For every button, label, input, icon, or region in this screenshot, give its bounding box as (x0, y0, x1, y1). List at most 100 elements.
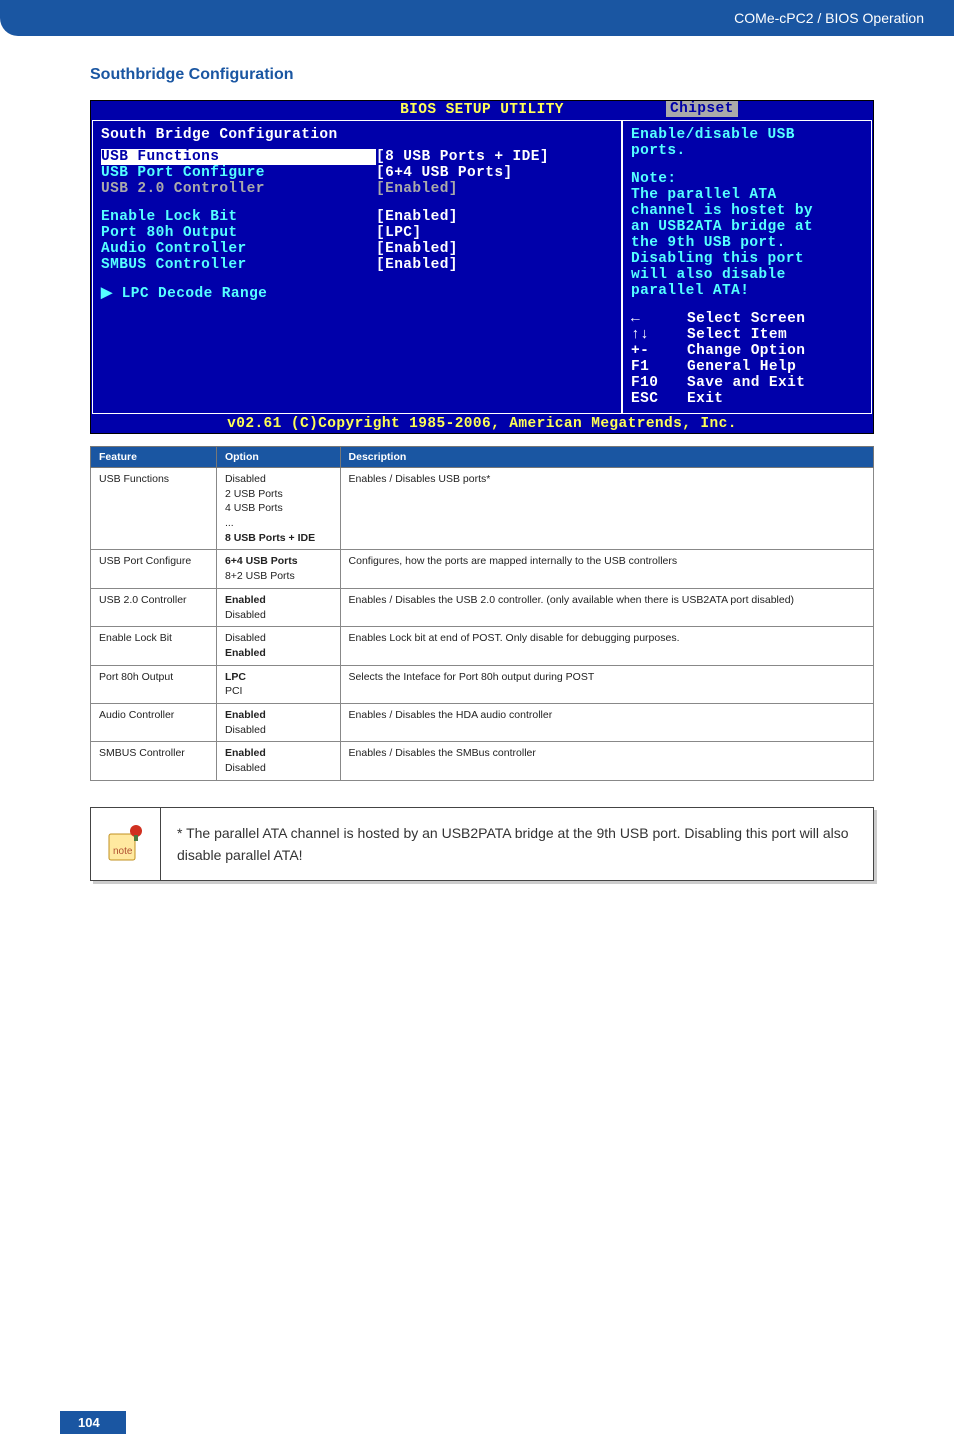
option-value: Disabled (225, 472, 332, 487)
bios-help-panel: Enable/disable USB ports. Note: The para… (622, 120, 872, 414)
feature-cell: SMBUS Controller (91, 742, 217, 780)
option-value: Enabled (225, 708, 332, 723)
option-cell: EnabledDisabled (216, 742, 340, 780)
option-value: 2 USB Ports (225, 487, 332, 502)
nav-key-text: Save and Exit (687, 375, 805, 391)
option-value: Disabled (225, 723, 332, 738)
option-value: Disabled (225, 631, 332, 646)
table-row: USB FunctionsDisabled2 USB Ports4 USB Po… (91, 468, 874, 550)
option-cell: EnabledDisabled (216, 588, 340, 626)
nav-line: ←Select Screen (631, 311, 863, 327)
table-header: Feature (91, 447, 217, 468)
bios-title-bar: BIOS SETUP UTILITY Chipset (91, 101, 873, 119)
description-cell: Enables / Disables the USB 2.0 controlle… (340, 588, 873, 626)
bios-setting-value: [Enabled] (376, 209, 458, 225)
header-title: COMe-cPC2 / BIOS Operation (734, 10, 924, 26)
option-value: 4 USB Ports (225, 501, 332, 516)
page-number: 104 (60, 1411, 126, 1434)
description-cell: Enables / Disables USB ports* (340, 468, 873, 550)
option-value: Enabled (225, 746, 332, 761)
bios-setting-label: USB Port Configure (101, 165, 376, 181)
option-value: ... (225, 516, 332, 531)
nav-key-symbol: ↑↓ (631, 327, 687, 343)
table-row: SMBUS ControllerEnabledDisabledEnables /… (91, 742, 874, 780)
nav-key-symbol: ← (631, 311, 687, 327)
feature-cell: Enable Lock Bit (91, 627, 217, 665)
help-note-label: Note: (631, 171, 863, 187)
bios-setting-row: USB Port Configure[6+4 USB Ports] (101, 165, 613, 181)
nav-key-text: Change Option (687, 343, 805, 359)
option-cell: 6+4 USB Ports8+2 USB Ports (216, 550, 340, 588)
bios-setting-value: [Enabled] (376, 257, 458, 273)
bios-setting-row: USB Functions[8 USB Ports + IDE] (101, 149, 613, 165)
bios-setting-row: Audio Controller[Enabled] (101, 241, 613, 257)
option-value: Disabled (225, 761, 332, 776)
bios-footer: v02.61 (C)Copyright 1985-2006, American … (91, 415, 873, 433)
option-cell: DisabledEnabled (216, 627, 340, 665)
help-note-line: channel is hostet by (631, 203, 863, 219)
bios-setting-row: USB 2.0 Controller[Enabled] (101, 181, 613, 197)
option-value: Disabled (225, 608, 332, 623)
description-cell: Configures, how the ports are mapped int… (340, 550, 873, 588)
bios-setting-label: Port 80h Output (101, 225, 376, 241)
feature-cell: USB 2.0 Controller (91, 588, 217, 626)
help-note-line: an USB2ATA bridge at (631, 219, 863, 235)
table-header: Option (216, 447, 340, 468)
table-header: Description (340, 447, 873, 468)
bios-main-panel: South Bridge Configuration USB Functions… (92, 120, 622, 414)
bios-setting-row: Enable Lock Bit[Enabled] (101, 209, 613, 225)
nav-key-text: General Help (687, 359, 796, 375)
bios-nav-keys: ←Select Screen↑↓Select Item+-Change Opti… (631, 311, 863, 407)
nav-line: +-Change Option (631, 343, 863, 359)
help-title-1: Enable/disable USB (631, 127, 863, 143)
table-row: Audio Controller EnabledDisabled Enables /… (91, 703, 874, 741)
bios-setting-row: SMBUS Controller[Enabled] (101, 257, 613, 273)
option-value: LPC (225, 670, 332, 685)
option-value: Enabled (225, 646, 332, 661)
note-callout: note * The parallel ATA channel is hoste… (90, 807, 874, 882)
note-text: * The parallel ATA channel is hosted by … (161, 808, 873, 881)
option-value: 8 USB Ports + IDE (225, 531, 332, 546)
help-note-line: Disabling this port (631, 251, 863, 267)
bios-active-tab: Chipset (666, 101, 738, 117)
nav-line: ↑↓Select Item (631, 327, 863, 343)
feature-cell: Port 80h Output (91, 665, 217, 703)
option-cell: LPCPCI (216, 665, 340, 703)
nav-key-symbol: +- (631, 343, 687, 359)
document-header: COMe-cPC2 / BIOS Operation (0, 0, 954, 36)
feature-cell: Audio Controller (91, 703, 217, 741)
bios-setting-value: [6+4 USB Ports] (376, 165, 513, 181)
nav-key-symbol: F10 (631, 375, 687, 391)
nav-key-text: Exit (687, 391, 723, 407)
bios-setting-value: [Enabled] (376, 181, 458, 197)
table-row: USB Port Configure6+4 USB Ports8+2 USB P… (91, 550, 874, 588)
option-value: 6+4 USB Ports (225, 554, 332, 569)
note-icon: note (106, 824, 146, 864)
nav-key-text: Select Screen (687, 311, 805, 327)
nav-key-symbol: F1 (631, 359, 687, 375)
option-value: Enabled (225, 593, 332, 608)
note-icon-cell: note (91, 808, 161, 881)
table-row: Enable Lock BitDisabledEnabledEnables Lo… (91, 627, 874, 665)
section-title: Southbridge Configuration (90, 66, 874, 84)
bios-setting-label: Enable Lock Bit (101, 209, 376, 225)
table-row: Port 80h OutputLPCPCISelects the Intefac… (91, 665, 874, 703)
bios-screenshot: BIOS SETUP UTILITY Chipset South Bridge … (90, 100, 874, 434)
nav-line: ESCExit (631, 391, 863, 407)
help-note-line: The parallel ATA (631, 187, 863, 203)
bios-setting-label: ▶ LPC Decode Range (101, 285, 376, 302)
svg-text:note: note (113, 846, 133, 857)
feature-cell: USB Port Configure (91, 550, 217, 588)
description-cell: Enables / Disables the SMBus controller (340, 742, 873, 780)
bios-panel-title: South Bridge Configuration (101, 127, 613, 143)
feature-cell: USB Functions (91, 468, 217, 550)
bios-setting-label: USB Functions (101, 149, 376, 165)
option-cell: Disabled2 USB Ports4 USB Ports...8 USB P… (216, 468, 340, 550)
description-cell: Enables / Disables the HDA audio control… (340, 703, 873, 741)
bios-setting-value: [Enabled] (376, 241, 458, 257)
nav-key-text: Select Item (687, 327, 787, 343)
nav-key-symbol: ESC (631, 391, 687, 407)
help-note-line: the 9th USB port. (631, 235, 863, 251)
bios-setting-label: USB 2.0 Controller (101, 181, 376, 197)
help-note-line: will also disable (631, 267, 863, 283)
